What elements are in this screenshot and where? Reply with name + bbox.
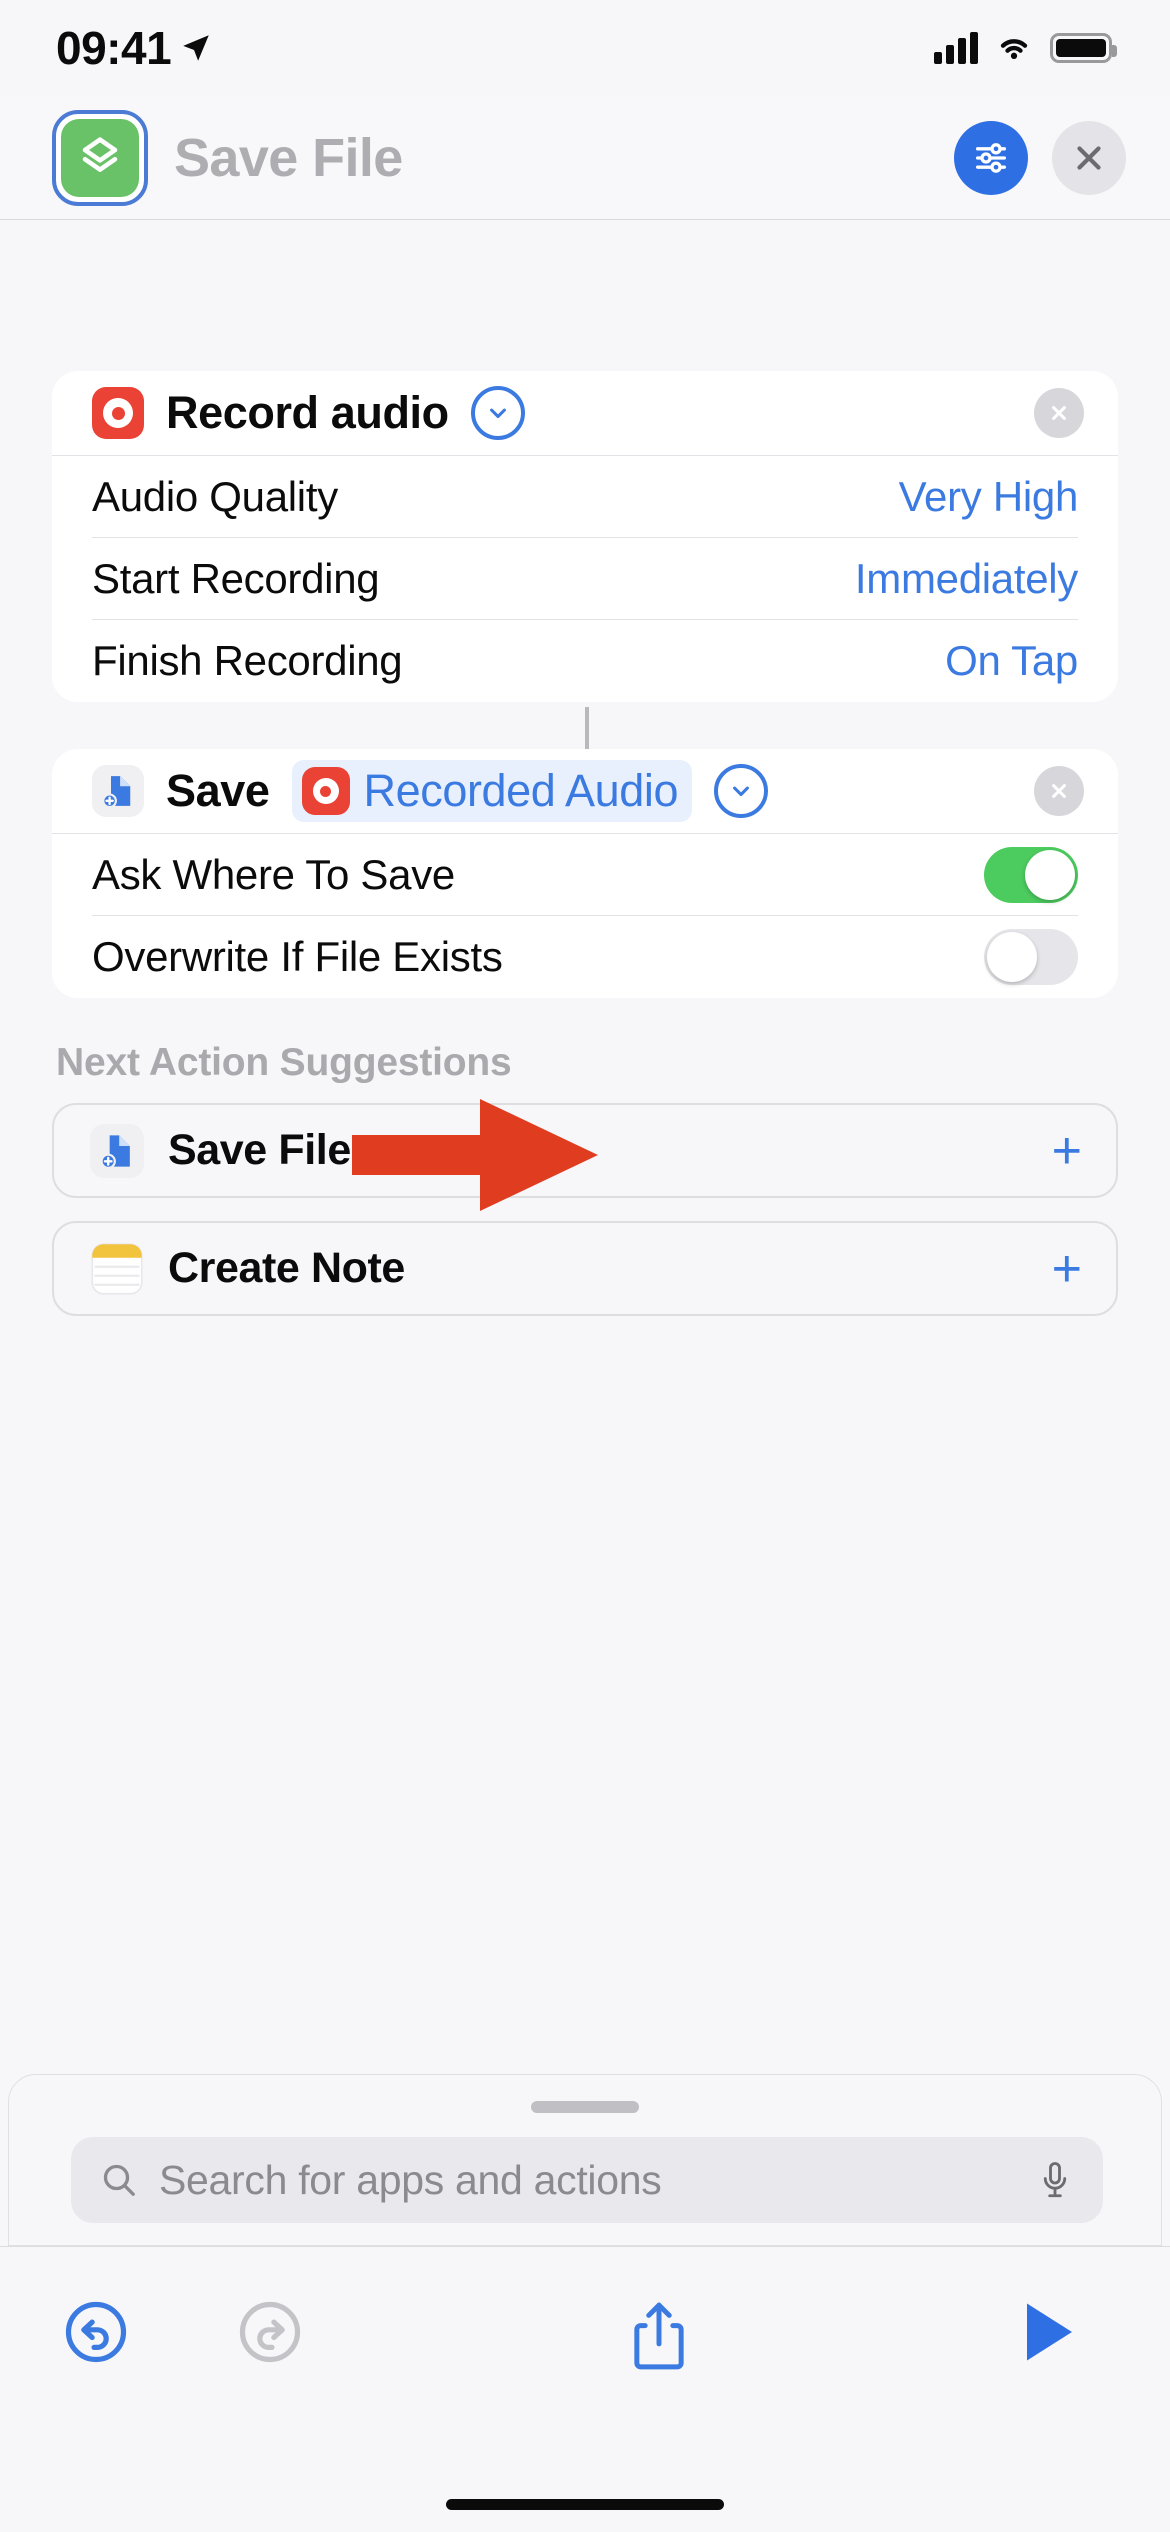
chevron-down-circle-icon [733, 786, 750, 797]
save-file-icon [90, 1123, 144, 1178]
status-bar: 09:41 [0, 0, 1170, 96]
action-connector-line [585, 707, 589, 749]
suggestion-chip-save-file[interactable]: Save File + [52, 1103, 1118, 1198]
action-card-record-audio[interactable]: Record audio Audio Quality Very High Sta… [52, 371, 1118, 702]
home-indicator [446, 2499, 724, 2510]
play-icon [1027, 2303, 1072, 2361]
suggestion-label: Create Note [168, 1244, 405, 1292]
overwrite-if-file-exists-toggle[interactable] [984, 929, 1078, 985]
notes-icon [91, 1242, 143, 1295]
redo-button [196, 2299, 344, 2365]
param-row-start-recording[interactable]: Start Recording Immediately [92, 538, 1078, 620]
param-row-audio-quality[interactable]: Audio Quality Very High [92, 456, 1078, 538]
editor-nav-bar: Save File [0, 96, 1170, 220]
close-editor-button[interactable] [1052, 120, 1126, 195]
param-row-finish-recording[interactable]: Finish Recording On Tap [92, 620, 1078, 702]
document-plus-icon [100, 1134, 130, 1169]
param-label: Audio Quality [92, 472, 338, 520]
battery-full-icon [1050, 33, 1117, 63]
voice-memos-record-icon [92, 387, 144, 439]
remove-action-button[interactable] [1034, 388, 1084, 438]
share-icon [634, 2302, 684, 2370]
param-value[interactable]: Immediately [855, 555, 1078, 603]
remove-x-icon [1052, 406, 1066, 420]
action-card-save-file[interactable]: Save Recorded Audio Ask Where To Save Ov… [52, 749, 1118, 998]
status-bar-time-group: 09:41 [56, 21, 213, 75]
sliders-icon [976, 142, 1006, 173]
plus-icon[interactable]: + [1052, 1125, 1082, 1177]
close-x-icon [1077, 145, 1101, 170]
param-value[interactable]: On Tap [945, 637, 1078, 685]
shortcut-icon-button[interactable] [52, 109, 148, 206]
status-bar-indicators [934, 32, 1117, 64]
action-list: Record audio Audio Quality Very High Sta… [0, 221, 1170, 2071]
action-search-sheet: Search for apps and actions [8, 2074, 1162, 2246]
search-input[interactable]: Search for apps and actions [71, 2137, 1103, 2223]
page-title: Save File [174, 127, 403, 188]
param-label: Start Recording [92, 554, 380, 602]
param-value[interactable]: Very High [899, 473, 1079, 521]
document-plus-icon [102, 776, 131, 809]
undo-icon [65, 2301, 127, 2363]
run-shortcut-button[interactable] [974, 2299, 1122, 2365]
action-title: Record audio [166, 387, 449, 438]
expand-action-button[interactable] [714, 764, 769, 818]
editor-toolbar [0, 2246, 1170, 2446]
suggestion-label: Save File [168, 1126, 351, 1174]
param-row-overwrite-if-file-exists[interactable]: Overwrite If File Exists [92, 916, 1078, 998]
param-row-ask-where-to-save[interactable]: Ask Where To Save [92, 834, 1078, 916]
plus-icon[interactable]: + [1052, 1243, 1082, 1295]
cellular-bars-icon [934, 32, 978, 64]
action-header[interactable]: Record audio [52, 371, 1118, 456]
sheet-grabber[interactable] [531, 2101, 639, 2113]
param-label: Ask Where To Save [92, 850, 455, 898]
search-icon [103, 2164, 135, 2196]
wifi-icon [1000, 39, 1028, 59]
variable-token-label: Recorded Audio [363, 765, 679, 816]
param-label: Overwrite If File Exists [92, 933, 503, 980]
next-action-suggestions-title: Next Action Suggestions [56, 1041, 512, 1084]
action-header[interactable]: Save Recorded Audio [52, 749, 1118, 834]
remove-action-button[interactable] [1034, 766, 1084, 816]
status-bar-clock: 09:41 [56, 22, 172, 74]
notes-app-icon [90, 1242, 144, 1296]
action-title: Save [166, 765, 270, 816]
share-button[interactable] [585, 2299, 733, 2371]
voice-memos-record-icon [301, 767, 350, 815]
shortcuts-editor-screen: 09:41 Save File Record audio Audio Quali… [0, 0, 1170, 2532]
expand-action-button[interactable] [470, 386, 525, 440]
param-label: Finish Recording [92, 637, 403, 684]
redo-icon [239, 2301, 301, 2363]
remove-x-icon [1052, 784, 1066, 798]
suggestion-chip-create-note[interactable]: Create Note + [52, 1221, 1118, 1316]
location-arrow-icon [183, 35, 209, 61]
search-placeholder: Search for apps and actions [159, 2156, 662, 2203]
save-file-icon [92, 765, 144, 817]
ask-where-to-save-toggle[interactable] [984, 846, 1078, 903]
shortcut-details-button[interactable] [954, 120, 1028, 195]
variable-token-recorded-audio[interactable]: Recorded Audio [291, 760, 693, 822]
chevron-down-circle-icon [489, 408, 506, 419]
undo-button[interactable] [22, 2299, 170, 2365]
microphone-icon[interactable] [1037, 2158, 1073, 2202]
shortcuts-stack-icon [82, 136, 118, 172]
